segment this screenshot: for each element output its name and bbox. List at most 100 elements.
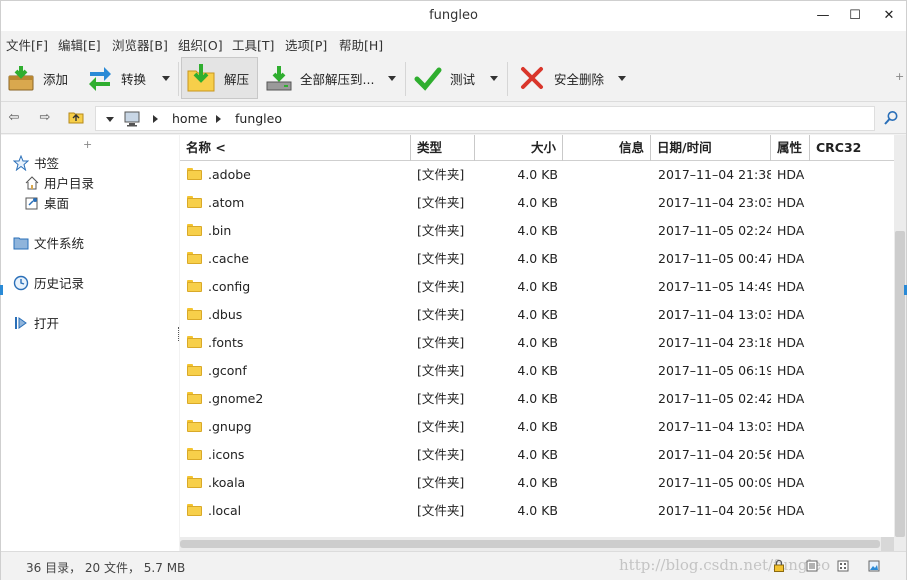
window-edge-marker [0, 285, 3, 295]
table-row[interactable]: .koala [文件夹] 4.0 KB 2017–11–05 00:09:42 HDA [180, 469, 894, 497]
sidebar-open[interactable]: 打开 [13, 313, 59, 332]
menu-help[interactable]: 帮助[H] [339, 35, 383, 54]
column-crc32[interactable]: CRC32 [810, 135, 894, 161]
convert-icon [89, 67, 111, 91]
table-row[interactable]: .gnome2 [文件夹] 4.0 KB 2017–11–05 02:42:17 HDA [180, 385, 894, 413]
file-size: 4.0 KB [517, 503, 558, 518]
folder-icon [187, 476, 202, 488]
file-name: .dbus [208, 307, 243, 322]
breadcrumb-fungleo[interactable]: fungleo [235, 111, 282, 126]
table-row[interactable]: .gconf [文件夹] 4.0 KB 2017–11–05 06:19:27 HDA [180, 357, 894, 385]
convert-button[interactable]: 转换 [87, 57, 146, 99]
star-icon [13, 154, 29, 171]
menu-options[interactable]: 选项[P] [285, 35, 327, 54]
convert-dropdown[interactable] [161, 72, 171, 84]
sidebar-history[interactable]: 历史记录 [13, 273, 84, 292]
table-row[interactable]: .atom [文件夹] 4.0 KB 2017–11–04 23:03:06 HDA [180, 189, 894, 217]
maximize-button[interactable]: ☐ [841, 5, 869, 27]
column-size[interactable]: 大小 [475, 135, 563, 161]
test-dropdown[interactable] [489, 72, 499, 84]
vertical-scroll-thumb[interactable] [895, 231, 905, 537]
secure-delete-button[interactable]: 安全删除 [518, 57, 604, 99]
menu-file[interactable]: 文件[F] [6, 35, 48, 54]
image-view-icon[interactable] [868, 560, 880, 572]
folder-icon [187, 392, 202, 404]
sidebar-desktop-label: 桌面 [44, 196, 70, 211]
table-row[interactable]: .dbus [文件夹] 4.0 KB 2017–11–04 13:03:56 HDA [180, 301, 894, 329]
table-row[interactable]: .gnupg [文件夹] 4.0 KB 2017–11–04 13:03:56 HDA [180, 413, 894, 441]
history-clock-icon [13, 275, 29, 290]
file-size: 4.0 KB [517, 391, 558, 406]
path-box[interactable]: home fungleo [95, 106, 875, 131]
add-button[interactable]: 添加 [7, 57, 68, 99]
sidebar-splitter[interactable] [178, 327, 179, 341]
file-attributes: HDA [777, 391, 805, 406]
breadcrumb-home[interactable]: home [172, 111, 207, 126]
file-type: [文件夹] [417, 279, 465, 294]
table-row[interactable]: .cache [文件夹] 4.0 KB 2017–11–05 00:47:55 HDA [180, 245, 894, 273]
vertical-scrollbar[interactable] [894, 135, 906, 551]
checkmark-icon [414, 67, 442, 91]
file-attributes: HDA [777, 363, 805, 378]
menu-organize[interactable]: 组织[O] [178, 35, 223, 54]
file-attributes: HDA [777, 335, 805, 350]
computer-icon [124, 111, 140, 127]
sidebar-desktop[interactable]: 桌面 [25, 193, 69, 212]
test-button[interactable]: 测试 [414, 57, 475, 99]
watermark: http://blog.csdn.net/fungleo [619, 556, 831, 574]
extract-button[interactable]: 解压 [181, 57, 259, 99]
table-row[interactable]: .icons [文件夹] 4.0 KB 2017–11–04 20:56:55 HDA [180, 441, 894, 469]
menu-edit[interactable]: 编辑[E] [58, 35, 101, 54]
file-name: .gnome2 [208, 391, 264, 406]
toolbar: 添加 转换 解压 全部解压到... 测试 安全删除 + [1, 54, 906, 102]
list-view-icon[interactable] [806, 560, 818, 572]
horizontal-scrollbar[interactable] [180, 537, 894, 551]
table-row[interactable]: .bin [文件夹] 4.0 KB 2017–11–05 02:24:28 HDA [180, 217, 894, 245]
file-attributes: HDA [777, 475, 805, 490]
file-size: 4.0 KB [517, 223, 558, 238]
column-date[interactable]: 日期/时间 [651, 135, 771, 161]
minimize-button[interactable]: — [809, 5, 837, 27]
back-button[interactable]: ⇦ [5, 110, 23, 126]
extract-folder-icon [187, 64, 215, 92]
extract-all-button[interactable]: 全部解压到... [264, 57, 374, 99]
status-summary: 36 目录， 20 文件， 5.7 MB [26, 561, 186, 575]
search-button[interactable] [883, 110, 901, 128]
extract-all-dropdown[interactable] [387, 72, 397, 84]
forward-button[interactable]: ⇨ [36, 110, 54, 126]
close-button[interactable]: ✕ [875, 5, 903, 27]
horizontal-scroll-thumb[interactable] [180, 540, 880, 548]
menu-browser[interactable]: 浏览器[B] [112, 35, 168, 54]
column-name[interactable]: 名称 < [180, 135, 411, 161]
scroll-corner [881, 537, 894, 551]
file-name: .adobe [208, 167, 251, 182]
path-history-dropdown[interactable] [106, 117, 114, 122]
up-folder-button[interactable] [67, 110, 85, 126]
column-type[interactable]: 类型 [411, 135, 475, 161]
file-type: [文件夹] [417, 475, 465, 490]
file-date: 2017–11–04 13:03:56 [658, 419, 771, 434]
sidebar-user-home[interactable]: 用户目录 [25, 173, 94, 192]
sidebar-bookmarks[interactable]: 书签 [13, 153, 59, 172]
file-name: .local [208, 503, 242, 518]
toolbar-add-icon[interactable]: + [895, 70, 904, 83]
column-attributes[interactable]: 属性 [771, 135, 810, 161]
table-row[interactable]: .fonts [文件夹] 4.0 KB 2017–11–04 23:18:14 HDA [180, 329, 894, 357]
column-info[interactable]: 信息 [563, 135, 651, 161]
file-attributes: HDA [777, 419, 805, 434]
lock-icon [774, 560, 784, 572]
file-size: 4.0 KB [517, 307, 558, 322]
sidebar-filesystem[interactable]: 文件系统 [13, 233, 84, 252]
folder-icon [187, 224, 202, 236]
table-row[interactable]: .local [文件夹] 4.0 KB 2017–11–04 20:56:55 HDA [180, 497, 894, 525]
folder-icon [187, 252, 202, 264]
sidebar-add-icon[interactable]: + [83, 138, 92, 151]
menu-tools[interactable]: 工具[T] [232, 35, 274, 54]
table-row[interactable]: .adobe [文件夹] 4.0 KB 2017–11–04 21:38:54 HDA [180, 161, 894, 189]
table-row[interactable]: .config [文件夹] 4.0 KB 2017–11–05 14:49:47 HDA [180, 273, 894, 301]
crumb-separator-icon [153, 115, 158, 123]
secure-delete-label: 安全删除 [554, 71, 605, 87]
folder-icon [187, 336, 202, 348]
secure-delete-dropdown[interactable] [617, 72, 627, 84]
details-view-icon[interactable] [837, 560, 849, 572]
